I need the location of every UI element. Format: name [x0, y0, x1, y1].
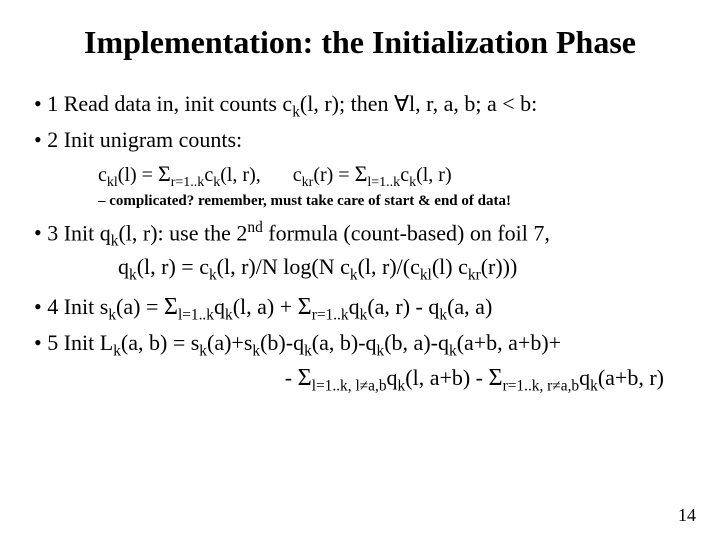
bullet-4: 4 Init sk(a) = Σl=1..kqk(l, a) + Σr=1..k…: [34, 291, 692, 326]
bullet-3: 3 Init qk(l, r): use the 2nd formula (co…: [34, 218, 692, 253]
page-number: 14: [678, 505, 696, 526]
sub-note: complicated? remember, must take care of…: [98, 193, 692, 210]
formula-Lk-cont: - Σl=1..k, l≠a,bqk(l, a+b) - Σr=1..k, r≠…: [28, 364, 664, 395]
bullet-5: 5 Init Lk(a, b) = sk(a)+sk(b)-qk(a, b)-q…: [34, 328, 692, 362]
formula-qk: qk(l, r) = ck(l, r)/N log(N ck(l, r)/(ck…: [118, 254, 692, 284]
bullet-list-2: 3 Init qk(l, r): use the 2nd formula (co…: [28, 218, 692, 253]
slide-title: Implementation: the Initialization Phase: [28, 24, 692, 61]
bullet-1: 1 Read data in, init counts ck(l, r); th…: [34, 89, 692, 123]
bullet-list: 1 Read data in, init counts ck(l, r); th…: [28, 89, 692, 155]
formula-ckl-ckr: ckl(l) = Σr=1..kck(l, r),ckr(r) = Σl=1..…: [98, 161, 692, 191]
bullet-2: 2 Init unigram counts:: [34, 125, 692, 155]
bullet-list-3: 4 Init sk(a) = Σl=1..kqk(l, a) + Σr=1..k…: [28, 291, 692, 362]
